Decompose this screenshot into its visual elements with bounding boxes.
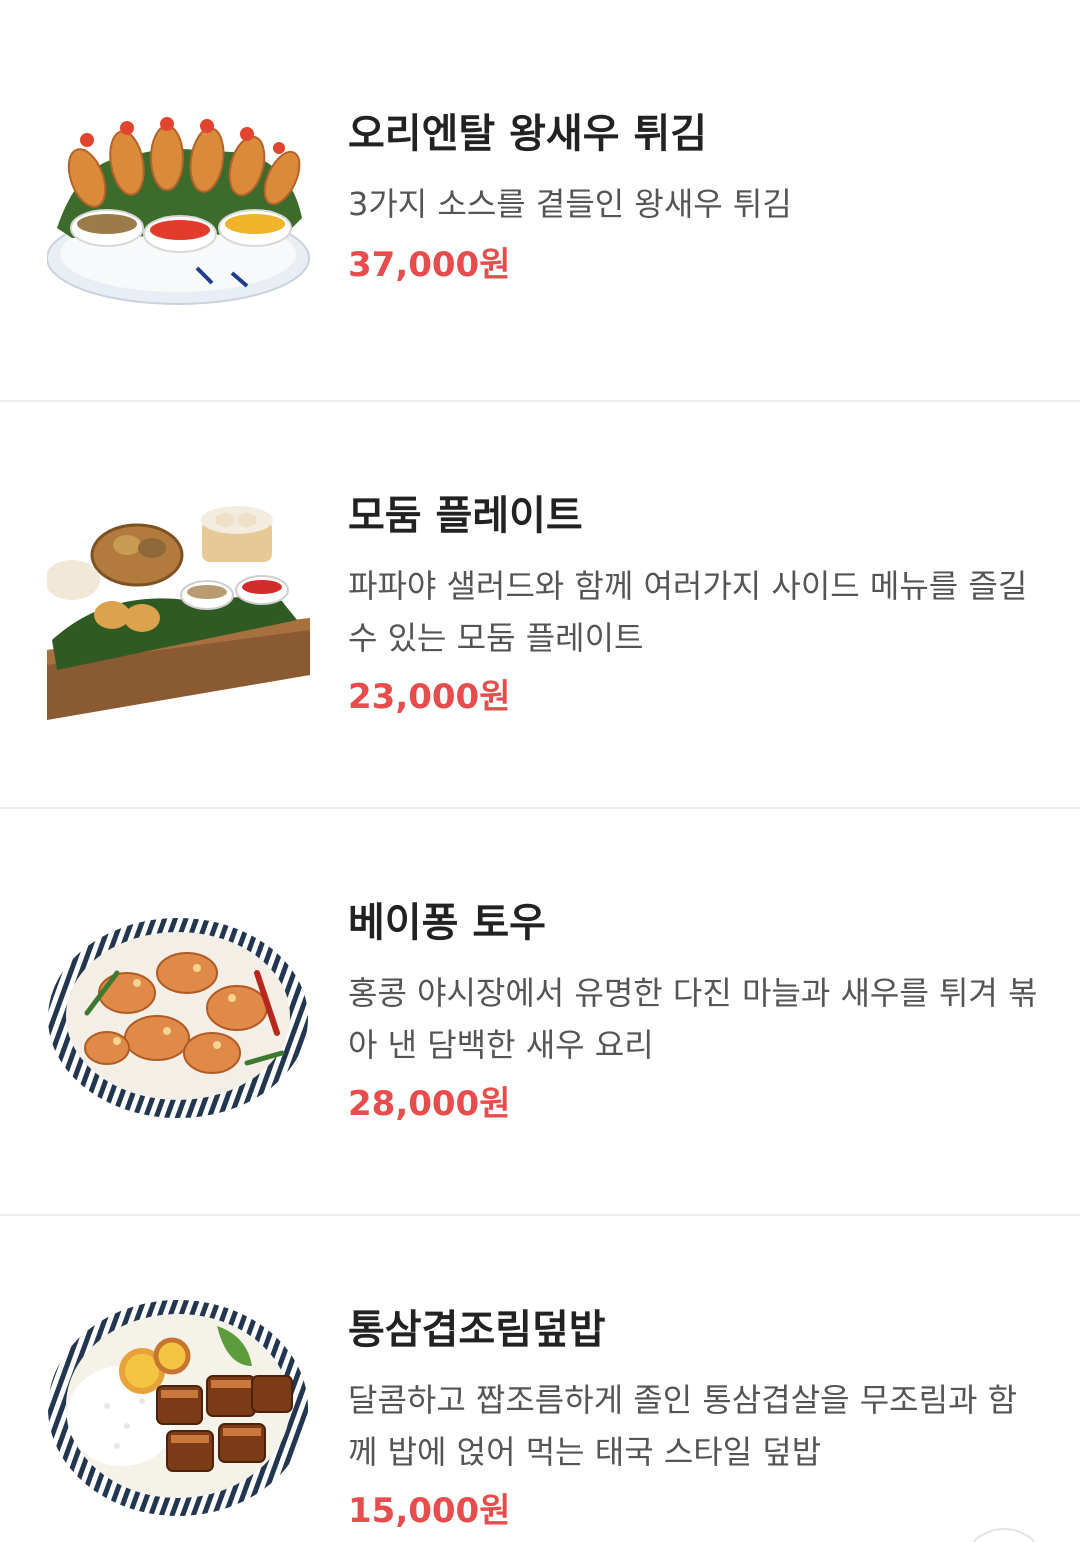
fried-shrimp-platter-image bbox=[47, 108, 310, 308]
menu-item-price: 28,000원 bbox=[348, 1084, 511, 1124]
menu-item-title: 베이퐁 토우 bbox=[348, 900, 546, 946]
menu-item-description: 파파야 샐러드와 함께 여러가지 사이드 메뉴를 즐길 수 있는 모둠 플레이트 bbox=[348, 567, 1028, 657]
menu-item-fried-shrimp[interactable]: 오리엔탈 왕새우 튀김 3가지 소스를 곁들인 왕새우 튀김 37,000원 bbox=[0, 0, 1080, 400]
menu-item-price: 15,000원 bbox=[348, 1491, 511, 1531]
garlic-shrimp-bowl-image bbox=[47, 913, 310, 1123]
menu-item-title: 오리엔탈 왕새우 튀김 bbox=[348, 111, 708, 157]
menu-item-price: 37,000원 bbox=[348, 245, 511, 285]
menu-item-garlic-shrimp[interactable]: 베이퐁 토우 홍콩 야시장에서 유명한 다진 마늘과 새우를 튀겨 볶아 낸 담… bbox=[0, 809, 1080, 1214]
menu-list: 오리엔탈 왕새우 튀김 3가지 소스를 곁들인 왕새우 튀김 37,000원 모… bbox=[0, 0, 1080, 1542]
menu-item-braised-pork[interactable]: 통삼겹조림덮밥 달콤하고 짭조름하게 졸인 통삼겹살을 무조림과 함께 밥에 얹… bbox=[0, 1216, 1080, 1542]
menu-item-assorted-plate[interactable]: 모둠 플레이트 파파야 샐러드와 함께 여러가지 사이드 메뉴를 즐길 수 있는… bbox=[0, 402, 1080, 807]
braised-pork-rice-bowl-image bbox=[47, 1296, 310, 1526]
menu-item-description: 홍콩 야시장에서 유명한 다진 마늘과 새우를 튀겨 볶아 낸 담백한 새우 요… bbox=[348, 974, 1038, 1064]
menu-item-description: 3가지 소스를 곁들인 왕새우 튀김 bbox=[348, 185, 792, 223]
menu-item-price: 23,000원 bbox=[348, 677, 511, 717]
menu-item-title: 모둠 플레이트 bbox=[348, 493, 583, 539]
assorted-plate-image bbox=[47, 500, 310, 725]
menu-item-description: 달콤하고 짭조름하게 졸인 통삼겹살을 무조림과 함께 밥에 얹어 먹는 태국 … bbox=[348, 1381, 1018, 1471]
menu-item-title: 통삼겹조림덮밥 bbox=[348, 1307, 606, 1353]
